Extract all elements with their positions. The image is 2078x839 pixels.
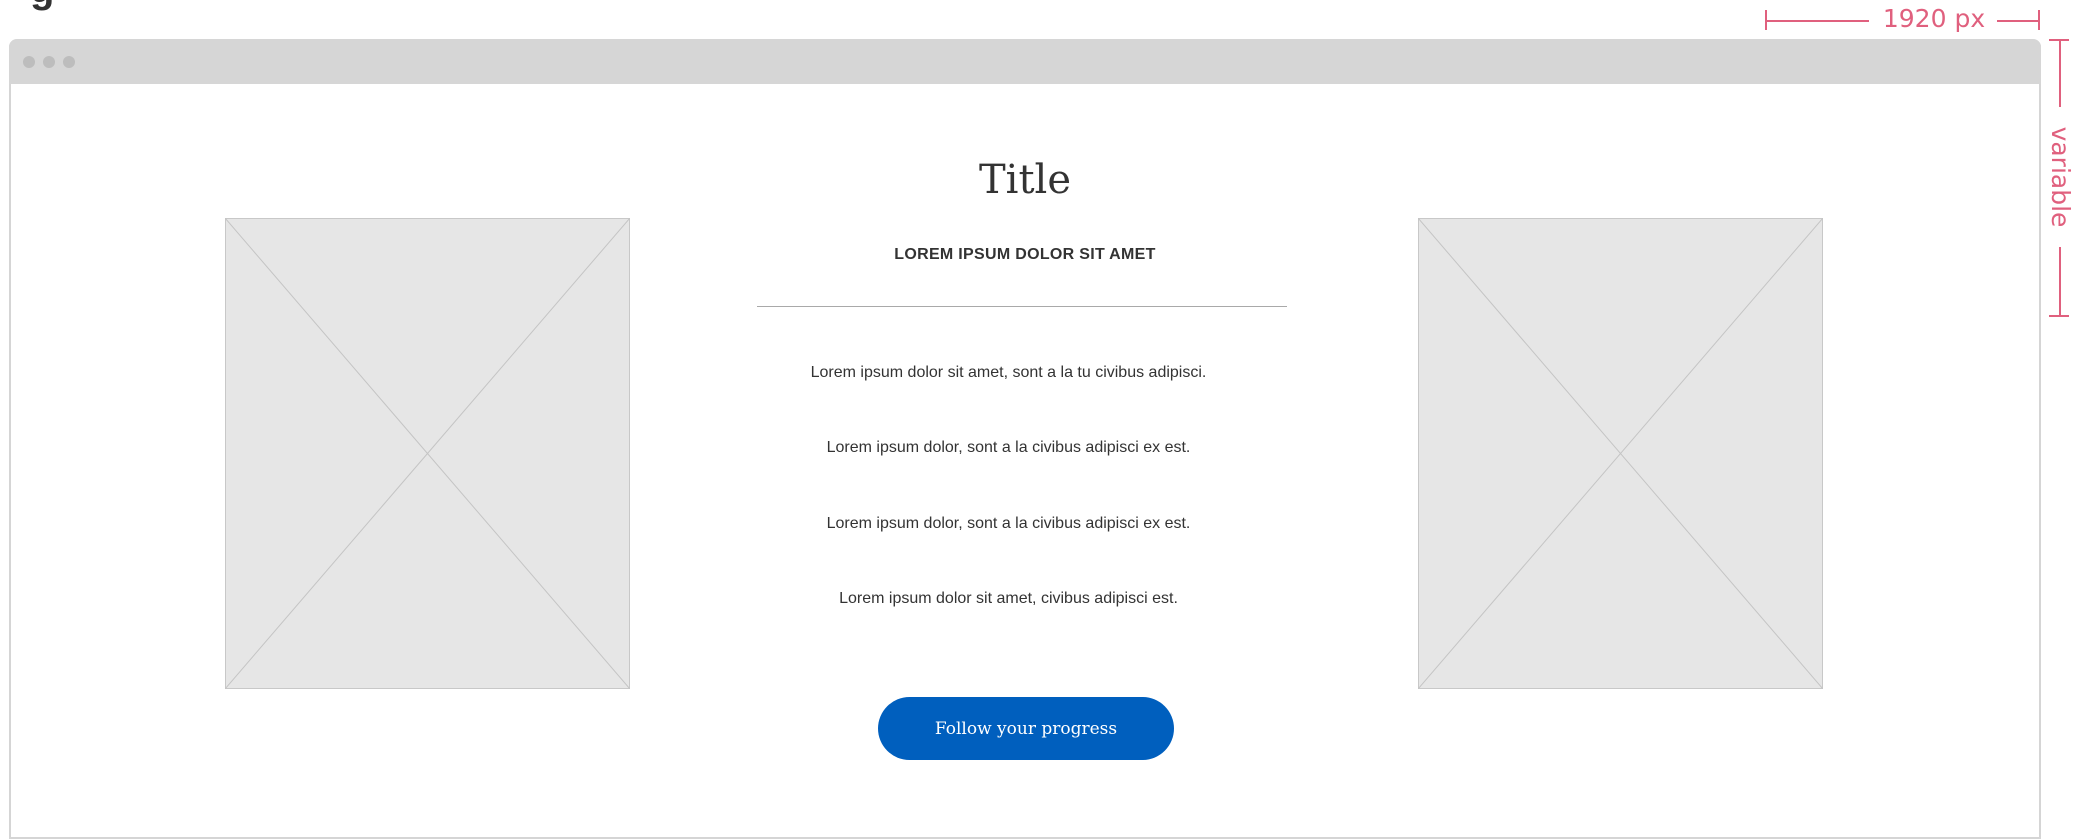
divider bbox=[757, 306, 1287, 307]
subtitle: LOREM IPSUM DOLOR SIT AMET bbox=[894, 246, 1156, 263]
browser-title-bar bbox=[9, 39, 2041, 84]
width-label: 1920 px bbox=[1882, 4, 1986, 33]
dimension-line bbox=[1997, 20, 2039, 22]
dimension-line bbox=[2059, 247, 2061, 317]
window-dot-icon[interactable] bbox=[63, 56, 75, 68]
dimension-tick bbox=[2049, 315, 2069, 317]
window-dot-icon[interactable] bbox=[43, 56, 55, 68]
image-placeholder-right bbox=[1418, 218, 1823, 689]
follow-progress-button[interactable]: Follow your progress bbox=[878, 697, 1174, 760]
image-placeholder-left bbox=[225, 218, 630, 689]
image-placeholder-icon bbox=[225, 218, 630, 689]
page-heading-clipped: g bbox=[30, 0, 54, 9]
page-title: Title bbox=[978, 157, 1071, 203]
body-text-line-2: Lorem ipsum dolor, sont a la civibus adi… bbox=[826, 439, 1191, 456]
height-label: variable bbox=[2046, 126, 2075, 228]
dimension-tick bbox=[1765, 10, 1767, 30]
dimension-line bbox=[1765, 20, 1869, 22]
body-text-line-4: Lorem ipsum dolor sit amet, civibus adip… bbox=[839, 590, 1178, 607]
width-dimension-annotation: 1920 px bbox=[1765, 4, 2041, 34]
dimension-tick bbox=[2038, 10, 2040, 30]
window-dot-icon[interactable] bbox=[23, 56, 35, 68]
body-text-line-1: Lorem ipsum dolor sit amet, sont a la tu… bbox=[810, 364, 1207, 381]
image-placeholder-icon bbox=[1418, 218, 1823, 689]
height-dimension-annotation: variable bbox=[2046, 39, 2075, 317]
dimension-line bbox=[2059, 39, 2061, 107]
body-text-line-3: Lorem ipsum dolor, sont a la civibus adi… bbox=[826, 515, 1191, 532]
